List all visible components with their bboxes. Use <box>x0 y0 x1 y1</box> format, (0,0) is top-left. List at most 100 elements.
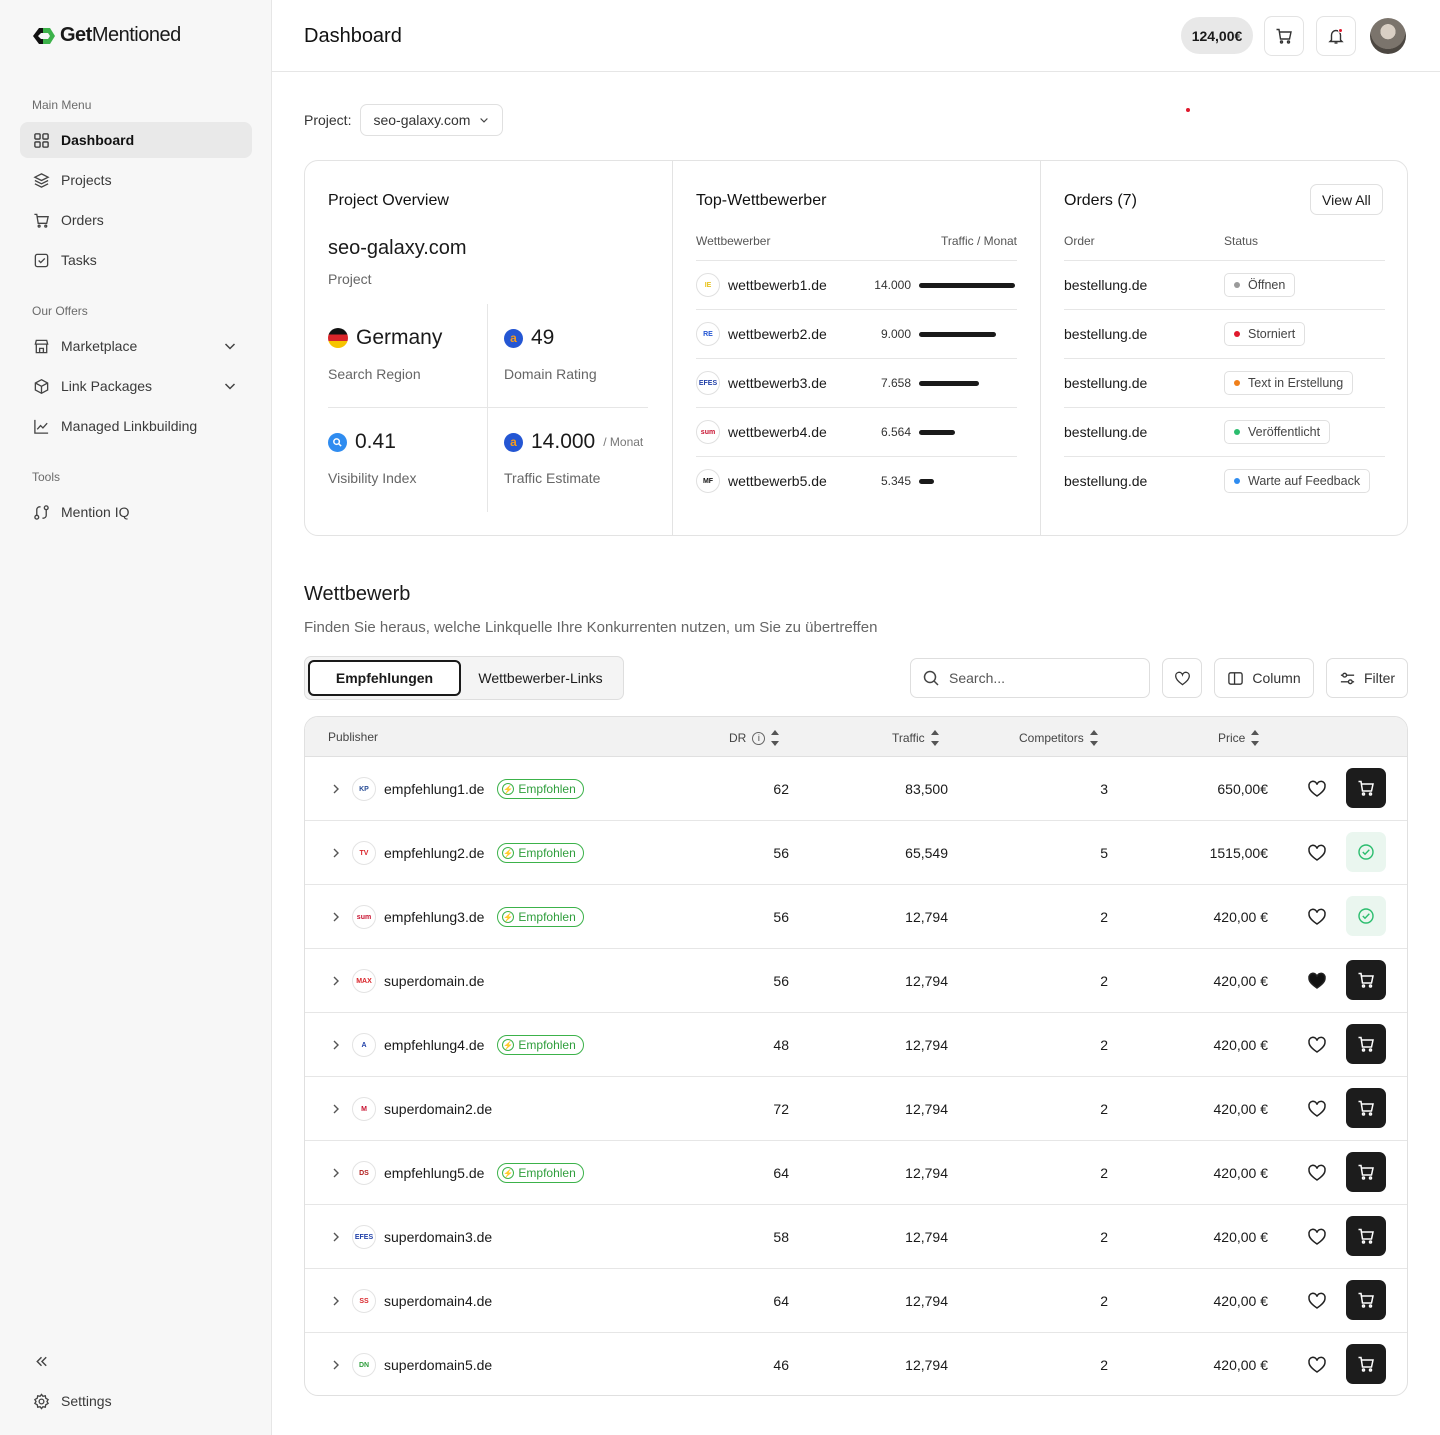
card-title: Project Overview <box>328 192 449 209</box>
favorite-button[interactable] <box>1307 1035 1327 1055</box>
add-to-cart-button[interactable] <box>1346 1216 1386 1256</box>
favorite-button[interactable] <box>1307 1227 1327 1247</box>
publisher-logo: DS <box>352 1161 376 1185</box>
order-row[interactable]: bestellung.de Warte auf Feedback <box>1064 456 1385 505</box>
in-cart-button[interactable] <box>1346 896 1386 936</box>
order-row[interactable]: bestellung.de Veröffentlicht <box>1064 407 1385 456</box>
chevron-down-icon[interactable] <box>222 378 238 394</box>
publisher-name[interactable]: empfehlung2.de <box>384 845 484 861</box>
competitor-row[interactable]: MF wettbewerb5.de 5.345 <box>696 456 1017 505</box>
chevron-down-icon[interactable] <box>222 338 238 354</box>
sidebar-item-mention-iq[interactable]: Mention IQ <box>20 494 252 530</box>
balance-badge[interactable]: 124,00€ <box>1181 17 1253 54</box>
chevron-right-icon[interactable] <box>331 975 341 987</box>
search-input[interactable]: Search... <box>910 658 1150 698</box>
order-row[interactable]: bestellung.de Storniert <box>1064 309 1385 358</box>
cart-icon <box>1358 972 1374 988</box>
tab-wettbewerber-links[interactable]: Wettbewerber-Links <box>461 660 620 696</box>
competitor-row[interactable]: RE wettbewerb2.de 9.000 <box>696 309 1017 358</box>
chevron-right-icon[interactable] <box>331 1039 341 1051</box>
favorite-button[interactable] <box>1307 843 1327 863</box>
avatar[interactable] <box>1370 18 1406 54</box>
sidebar-item-tasks[interactable]: Tasks <box>20 242 252 278</box>
collapse-sidebar-button[interactable] <box>20 1343 60 1379</box>
cart-icon <box>1358 780 1374 796</box>
route-icon <box>34 504 49 520</box>
favorite-button[interactable] <box>1307 1355 1327 1375</box>
favorite-button[interactable] <box>1307 1291 1327 1311</box>
chevron-right-icon[interactable] <box>331 1167 341 1179</box>
favorite-button[interactable] <box>1307 971 1327 991</box>
tab-empfehlungen[interactable]: Empfehlungen <box>308 660 462 696</box>
favorites-filter-button[interactable] <box>1162 658 1202 698</box>
favorite-button[interactable] <box>1307 1163 1327 1183</box>
th-dr[interactable]: DR i <box>729 730 780 746</box>
publisher-name[interactable]: empfehlung4.de <box>384 1037 484 1053</box>
notifications-button[interactable] <box>1316 16 1356 56</box>
table-row: DS empfehlung5.de ⚡ Empfohlen 64 12,794 2 420,0… <box>305 1141 1407 1205</box>
publisher-name[interactable]: empfehlung1.de <box>384 781 484 797</box>
th-price[interactable]: Price <box>1218 730 1260 746</box>
add-to-cart-button[interactable] <box>1346 1280 1386 1320</box>
package-icon <box>34 378 49 394</box>
cart-icon <box>1358 1356 1374 1372</box>
main-menu-label: Main Menu <box>32 98 92 112</box>
competitor-row[interactable]: sum wettbewerb4.de 6.564 <box>696 407 1017 456</box>
th-competitors[interactable]: Competitors <box>1019 730 1098 746</box>
chevron-right-icon[interactable] <box>331 1103 341 1115</box>
chevron-right-icon[interactable] <box>331 1295 341 1307</box>
competitor-row[interactable]: IE wettbewerb1.de 14.000 <box>696 260 1017 309</box>
publisher-name[interactable]: superdomain2.de <box>384 1101 492 1117</box>
add-to-cart-button[interactable] <box>1346 1152 1386 1192</box>
competitors-value: 2 <box>1100 1101 1108 1117</box>
order-row[interactable]: bestellung.de Öffnen <box>1064 260 1385 309</box>
favorite-button[interactable] <box>1307 779 1327 799</box>
grid-icon <box>34 132 49 148</box>
add-to-cart-button[interactable] <box>1346 1344 1386 1384</box>
add-to-cart-button[interactable] <box>1346 1088 1386 1128</box>
publisher-name[interactable]: superdomain3.de <box>384 1229 492 1245</box>
sidebar-item-dashboard[interactable]: Dashboard <box>20 122 252 158</box>
add-to-cart-button[interactable] <box>1346 1024 1386 1064</box>
sidebar-item-managed-linkbuilding[interactable]: Managed Linkbuilding <box>20 408 252 444</box>
publisher-name[interactable]: superdomain4.de <box>384 1293 492 1309</box>
page-title: Dashboard <box>304 25 402 47</box>
sidebar-item-link-packages[interactable]: Link Packages <box>20 368 252 404</box>
favorite-button[interactable] <box>1307 1099 1327 1119</box>
cart-button[interactable] <box>1264 16 1304 56</box>
sidebar-item-marketplace[interactable]: Marketplace <box>20 328 252 364</box>
competitor-row[interactable]: EFES wettbewerb3.de 7.658 <box>696 358 1017 407</box>
publisher-name[interactable]: superdomain.de <box>384 973 484 989</box>
publisher-name[interactable]: empfehlung5.de <box>384 1165 484 1181</box>
info-icon[interactable]: i <box>752 731 766 745</box>
th-traffic[interactable]: Traffic <box>892 730 939 746</box>
chevrons-left-icon <box>36 1356 47 1366</box>
add-to-cart-button[interactable] <box>1346 960 1386 1000</box>
sidebar-item-orders[interactable]: Orders <box>20 202 252 238</box>
project-select[interactable]: seo-galaxy.com <box>360 104 504 136</box>
chevron-right-icon[interactable] <box>331 1231 341 1243</box>
chevron-right-icon[interactable] <box>331 847 341 859</box>
column-button[interactable]: Column <box>1214 658 1314 698</box>
status-text: Storniert <box>1248 327 1296 341</box>
filter-button[interactable]: Filter <box>1326 658 1408 698</box>
chevron-right-icon[interactable] <box>331 1359 341 1371</box>
in-cart-button[interactable] <box>1346 832 1386 872</box>
germany-flag-icon <box>328 328 348 348</box>
competitor-logo: RE <box>696 322 720 346</box>
favorite-button[interactable] <box>1307 907 1327 927</box>
dr-value: 56 <box>773 909 789 925</box>
order-name: bestellung.de <box>1064 326 1148 342</box>
chevron-right-icon[interactable] <box>331 783 341 795</box>
sidebar-item-settings[interactable]: Settings <box>20 1383 252 1419</box>
dr-value: 56 <box>773 845 789 861</box>
chevron-right-icon[interactable] <box>331 911 341 923</box>
order-row[interactable]: bestellung.de Text in Erstellung <box>1064 358 1385 407</box>
add-to-cart-button[interactable] <box>1346 768 1386 808</box>
publisher-name[interactable]: superdomain5.de <box>384 1357 492 1373</box>
sidebar-item-projects[interactable]: Projects <box>20 162 252 198</box>
publisher-name[interactable]: empfehlung3.de <box>384 909 484 925</box>
brand-logo[interactable]: Get Mentioned <box>30 24 181 47</box>
heart-icon <box>1308 844 1326 861</box>
view-all-button[interactable]: View All <box>1310 184 1383 215</box>
